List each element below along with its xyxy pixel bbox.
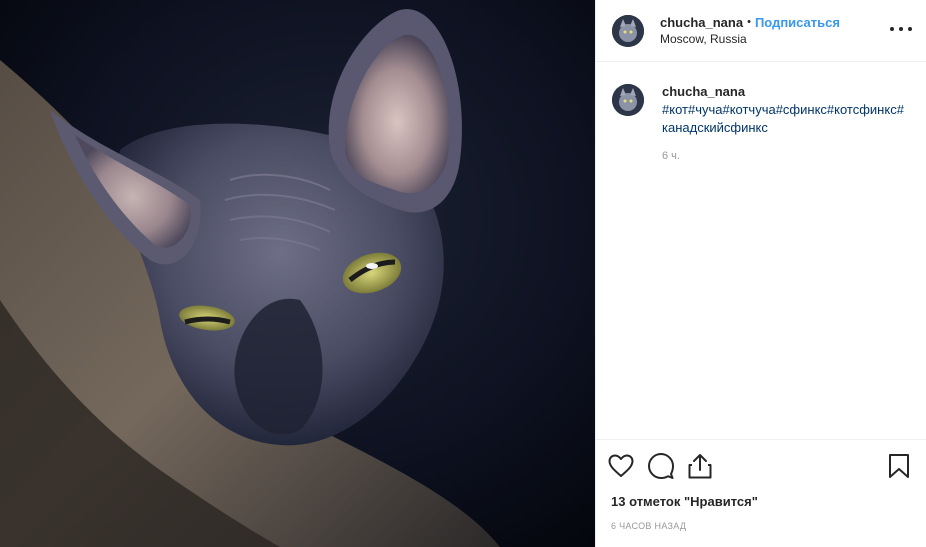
share-icon[interactable]: [688, 453, 712, 479]
caption-hashtags[interactable]: #кот#чуча#котчуча#сфинкс#котсфинкс#канад…: [662, 101, 907, 137]
bookmark-icon[interactable]: [888, 453, 910, 479]
more-dot: [899, 27, 903, 31]
heart-icon[interactable]: [608, 453, 634, 479]
more-dot: [890, 27, 894, 31]
more-horizontal-icon[interactable]: [890, 22, 912, 36]
follow-button[interactable]: Подписаться: [755, 14, 840, 31]
username-link[interactable]: chucha_nana: [660, 14, 743, 31]
avatar[interactable]: [612, 14, 644, 47]
more-dot: [908, 27, 912, 31]
post-sidebar: chucha_nana • Подписаться Moscow, Russia: [595, 0, 926, 547]
caption-body: chucha_nana #кот#чуча#котчуча#сфинкс#кот…: [662, 84, 907, 162]
likes-count[interactable]: 13 отметок "Нравится": [608, 494, 912, 509]
post-dialog: chucha_nana • Подписаться Moscow, Russia: [0, 0, 926, 547]
action-icons: [608, 450, 912, 482]
post-header: chucha_nana • Подписаться Moscow, Russia: [596, 0, 926, 62]
location-link[interactable]: Moscow, Russia: [660, 31, 840, 48]
header-text: chucha_nana • Подписаться Moscow, Russia: [660, 14, 840, 48]
comment-icon[interactable]: [648, 453, 674, 479]
avatar-image: [612, 14, 644, 47]
header-row: chucha_nana • Подписаться: [660, 14, 840, 31]
post-timestamp[interactable]: 6 часов назад: [608, 521, 912, 531]
separator-dot: •: [747, 15, 751, 28]
caption-comment: chucha_nana #кот#чуча#котчуча#сфинкс#кот…: [612, 84, 910, 162]
actions-section: 13 отметок "Нравится" 6 часов назад: [596, 439, 926, 547]
avatar-image: [612, 84, 644, 116]
avatar[interactable]: [612, 84, 644, 116]
sphynx-cat-image: [0, 0, 595, 547]
caption-timestamp: 6 ч.: [662, 150, 680, 162]
caption-username-link[interactable]: chucha_nana: [662, 84, 907, 100]
post-photo[interactable]: [0, 0, 595, 547]
comments-section: chucha_nana #кот#чуча#котчуча#сфинкс#кот…: [596, 62, 926, 439]
